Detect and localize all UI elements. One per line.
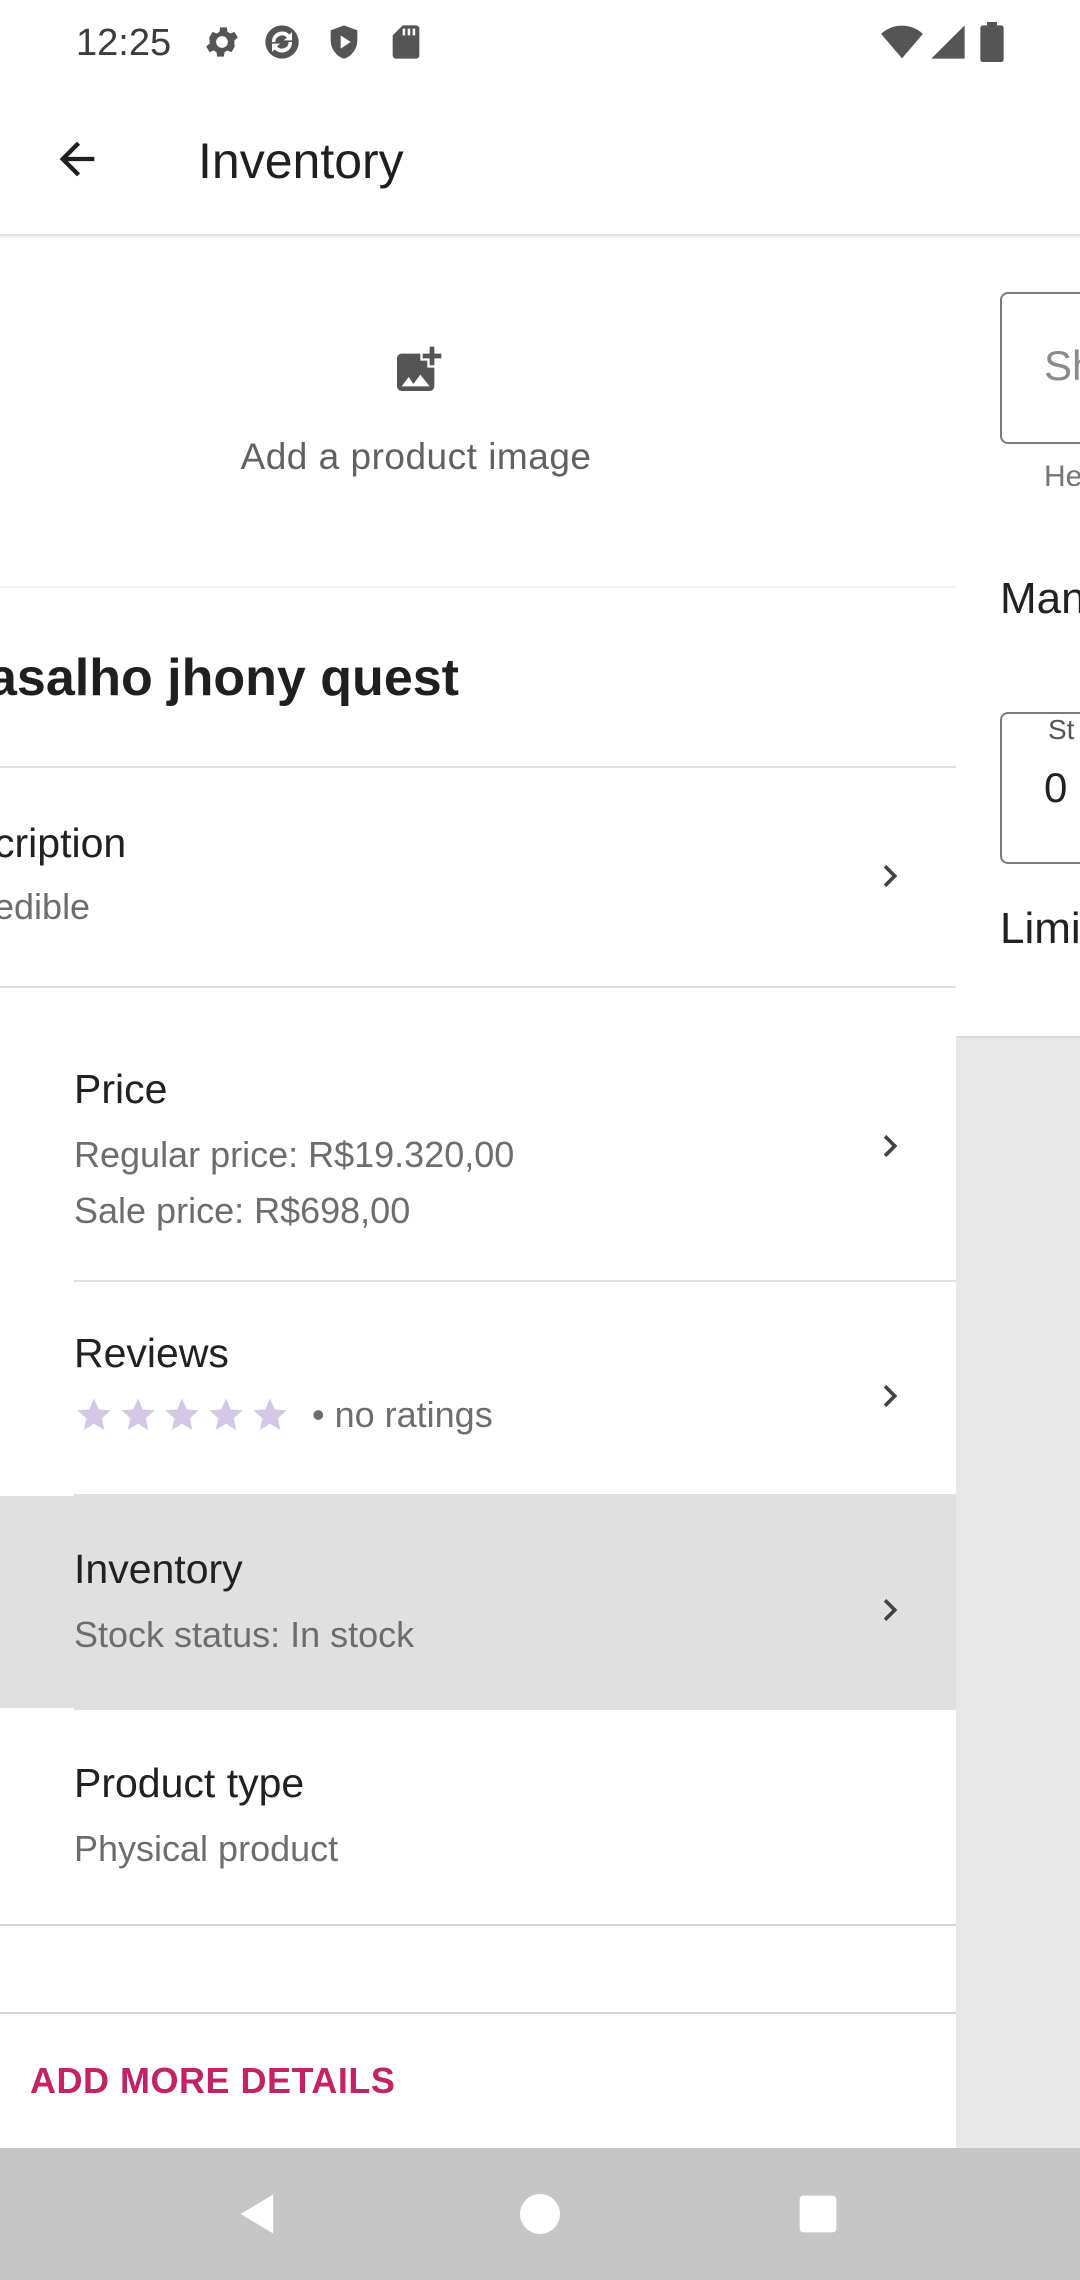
chevron-right-icon [868,1124,912,1168]
inventory-side-panel: Sh He Man St 0 Limi [956,238,1080,2148]
sync-icon [262,22,302,62]
description-row[interactable]: cription edible [0,768,956,986]
sd-card-icon [386,22,426,62]
navigation-bar [0,2148,1080,2280]
recents-square-icon[interactable] [782,2178,854,2250]
divider [0,986,956,988]
divider [0,1924,956,1926]
price-row[interactable]: Price Regular price: R$19.320,00 Sale pr… [0,1010,956,1280]
star-icon [165,1398,199,1430]
description-value: edible [0,886,91,927]
signal-icon [928,22,972,62]
description-title: cription [0,820,127,866]
chevron-right-icon [868,854,912,898]
inventory-title: Inventory [74,1546,243,1592]
reviews-title: Reviews [74,1330,229,1376]
chevron-right-icon [868,1374,912,1418]
limit-label: Limi [1000,904,1080,953]
stock-value: 0 [1044,764,1068,811]
stock-label: St [1044,714,1079,746]
page-title: Inventory [198,133,404,189]
sku-input[interactable]: Sh [1000,292,1080,444]
wifi-icon [880,22,924,62]
reviews-row[interactable]: Reviews • no ratings [0,1282,956,1494]
sku-helper-text: He [1044,460,1080,493]
product-type-title: Product type [74,1760,305,1806]
home-circle-icon[interactable] [504,2178,576,2250]
back-triangle-icon[interactable] [222,2178,294,2250]
sale-price: Sale price: R$698,00 [74,1190,411,1231]
star-icon [121,1398,155,1430]
add-image-card[interactable]: Add a product image [0,238,956,586]
shield-icon [324,22,364,62]
sku-placeholder: Sh [1044,342,1080,389]
inventory-form: Sh He Man St 0 Limi [956,238,1080,1038]
add-photo-icon [390,342,446,398]
product-type-value: Physical product [74,1828,339,1869]
product-detail-panel: Add a product image asalho jhony quest c… [0,238,956,2148]
regular-price: Regular price: R$19.320,00 [74,1134,515,1175]
star-icon [77,1398,111,1430]
settings-icon [202,22,242,62]
add-image-label: Add a product image [240,436,592,477]
status-time: 12:25 [76,22,172,64]
reviews-text: • no ratings [312,1394,493,1435]
price-title: Price [74,1066,168,1112]
app-bar: Inventory [0,88,1080,236]
star-icon [253,1398,287,1430]
star-icon [209,1398,243,1430]
chevron-right-icon [868,1588,912,1632]
manage-stock-label: Man [1000,574,1080,623]
details-card: Price Regular price: R$19.320,00 Sale pr… [0,1010,956,2148]
product-type-row[interactable]: Product type Physical product [0,1710,956,1924]
inventory-value: Stock status: In stock [74,1614,415,1655]
rating-stars: • no ratings [74,1394,493,1436]
add-more-details-button[interactable]: ADD MORE DETAILS [30,2060,395,2102]
battery-icon [978,22,1010,62]
stock-quantity-input[interactable]: St 0 [1000,712,1080,864]
inventory-row[interactable]: Inventory Stock status: In stock [0,1496,956,1708]
arrow-back-icon[interactable] [40,122,114,196]
product-name[interactable]: asalho jhony quest [0,648,459,708]
status-bar: 12:25 [0,0,1080,88]
